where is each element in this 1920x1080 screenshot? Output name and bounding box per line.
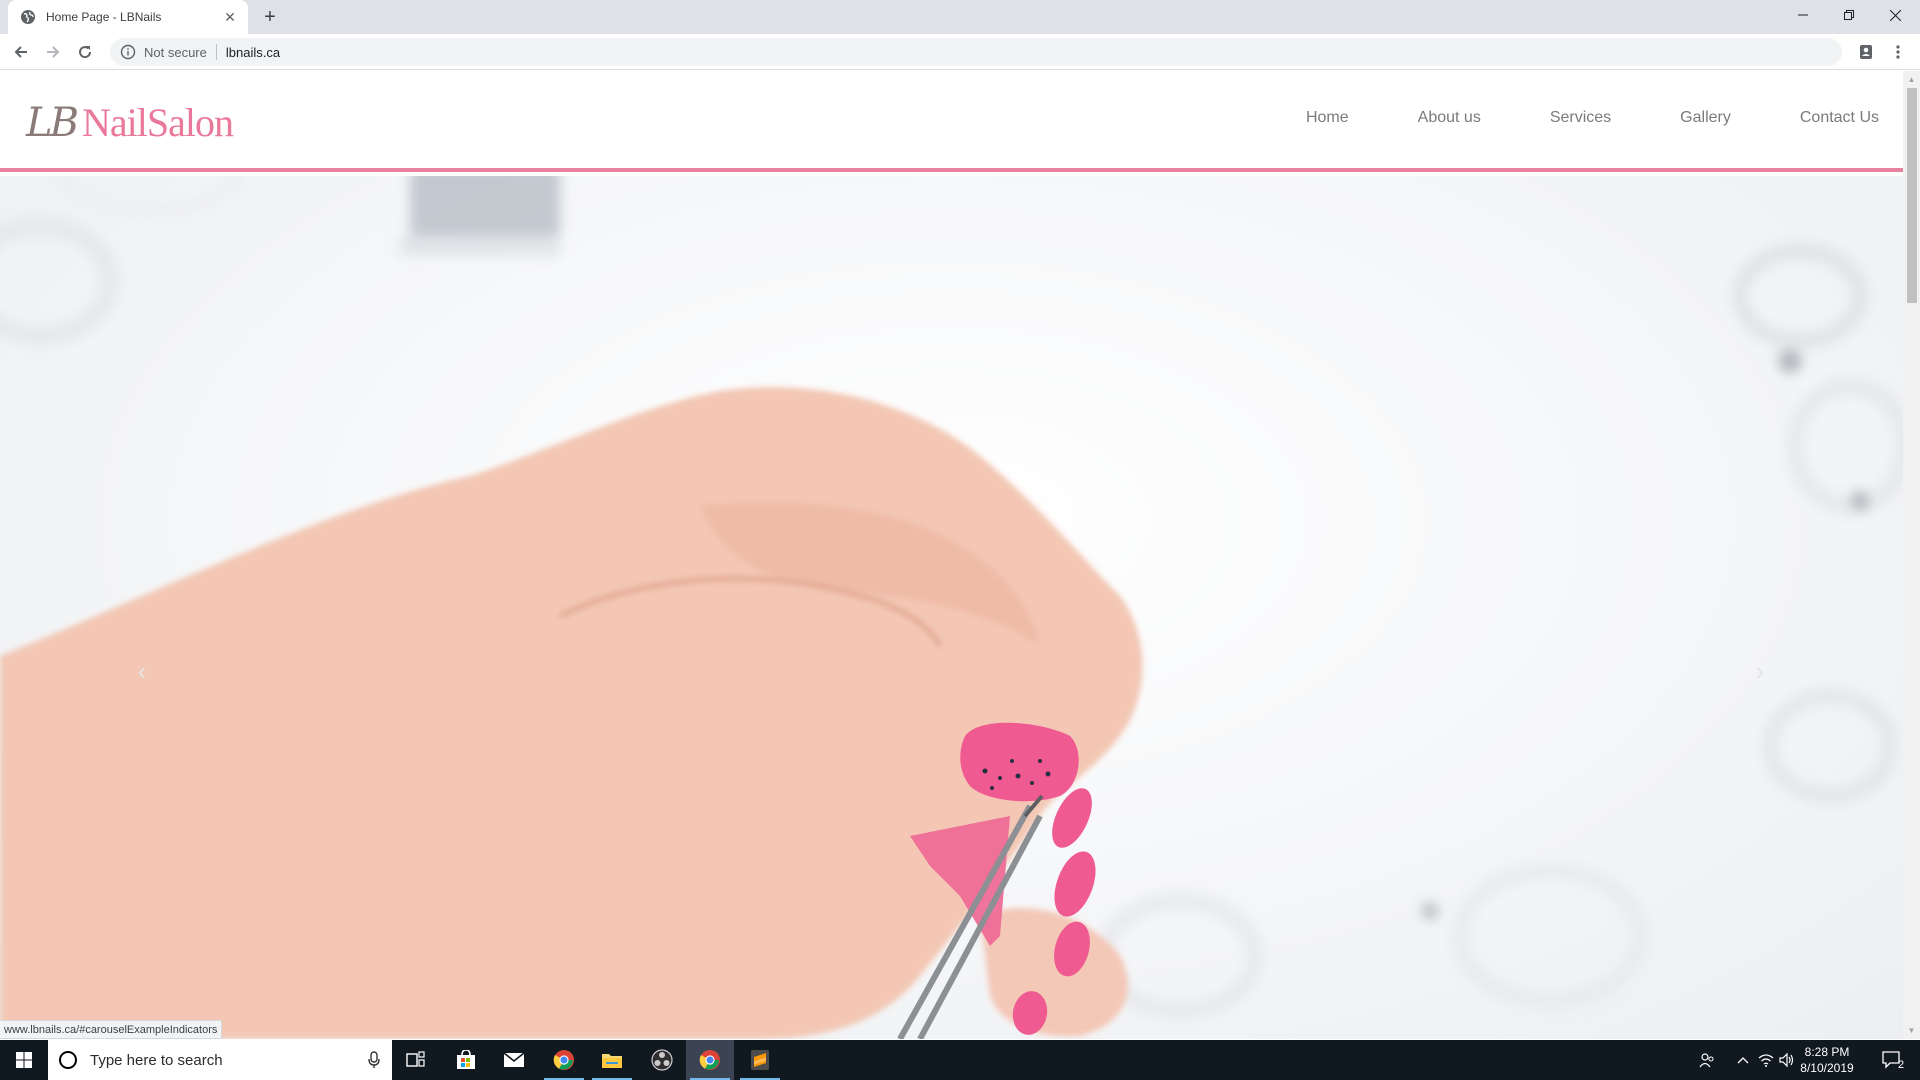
address-bar[interactable]: Not secure lbnails.ca	[110, 38, 1842, 66]
tab-title: Home Page - LBNails	[46, 10, 162, 24]
sublime-text-icon	[751, 1050, 769, 1070]
minimize-icon	[1798, 14, 1808, 16]
taskbar-search-placeholder: Type here to search	[90, 1051, 223, 1069]
web-page: LB NailSalon Home About us Services Gall…	[0, 71, 1903, 1039]
taskbar-obs[interactable]	[638, 1040, 686, 1080]
arrow-left-icon	[14, 46, 27, 58]
close-window-button[interactable]	[1872, 0, 1918, 30]
forward-button[interactable]	[39, 38, 67, 66]
minimize-button[interactable]	[1780, 0, 1826, 30]
site-logo[interactable]: LB NailSalon	[26, 99, 234, 149]
back-button[interactable]	[7, 38, 35, 66]
restore-button[interactable]	[1826, 0, 1872, 30]
hero-image	[0, 176, 1903, 1039]
taskbar-sublime-text[interactable]	[736, 1040, 784, 1080]
omnibox-divider	[215, 44, 217, 60]
windows-logo-icon	[16, 1052, 32, 1068]
browser-toolbar: Not secure lbnails.ca	[0, 34, 1920, 70]
clock-date: 8/10/2019	[1800, 1061, 1854, 1075]
people-button[interactable]	[1695, 1040, 1719, 1080]
carousel-next-button[interactable]: ›	[1740, 651, 1780, 691]
taskbar-clock[interactable]: 8:28 PM 8/10/2019	[1791, 1040, 1863, 1080]
link-status-bubble: www.lbnails.ca/#carouselExampleIndicator…	[0, 1020, 223, 1039]
cortana-circle-icon	[59, 1051, 77, 1069]
start-button[interactable]	[0, 1040, 48, 1080]
arrow-right-icon	[47, 46, 60, 58]
profile-badge-icon	[1860, 45, 1872, 59]
show-hidden-icons-button[interactable]	[1731, 1040, 1755, 1080]
chevron-left-icon: ‹	[137, 655, 147, 686]
obs-record-icon	[651, 1049, 673, 1071]
clock-time: 8:28 PM	[1804, 1045, 1850, 1059]
logo-wordmark: NailSalon	[81, 100, 234, 145]
profile-button[interactable]	[1852, 38, 1880, 66]
close-icon	[1889, 9, 1901, 21]
taskbar-mail[interactable]	[490, 1040, 538, 1080]
chevron-right-icon: ›	[1755, 655, 1765, 686]
folder-icon	[602, 1054, 622, 1068]
close-tab-icon[interactable]: ✕	[222, 9, 238, 25]
network-button[interactable]	[1755, 1040, 1777, 1080]
info-icon[interactable]	[120, 44, 136, 60]
scroll-up-arrow-icon[interactable]: ▲	[1903, 71, 1920, 88]
browser-menu-button[interactable]	[1884, 38, 1912, 66]
chrome-logo-icon	[699, 1050, 720, 1070]
site-header: LB NailSalon Home About us Services Gall…	[0, 71, 1903, 172]
nav-contact-us[interactable]: Contact Us	[1800, 109, 1879, 127]
taskbar-file-explorer[interactable]	[588, 1040, 636, 1080]
reload-button[interactable]	[71, 38, 99, 66]
reload-icon	[79, 46, 92, 59]
nav-gallery[interactable]: Gallery	[1680, 109, 1731, 127]
nav-services[interactable]: Services	[1550, 109, 1611, 127]
browser-tab[interactable]: Home Page - LBNails ✕	[8, 0, 248, 34]
chrome-logo-icon	[553, 1050, 574, 1070]
scrollbar-thumb[interactable]	[1907, 88, 1917, 303]
url-text[interactable]: lbnails.ca	[226, 45, 280, 60]
new-tab-button[interactable]: +	[258, 5, 282, 29]
store-bag-icon	[457, 1050, 475, 1069]
task-view-button[interactable]	[392, 1040, 440, 1080]
scroll-down-arrow-icon[interactable]: ▼	[1903, 1022, 1920, 1039]
notification-count-badge: 2	[1898, 1059, 1905, 1071]
nav-about-us[interactable]: About us	[1418, 109, 1481, 127]
carousel-prev-button[interactable]: ‹	[122, 651, 162, 691]
taskbar-chrome-2[interactable]	[686, 1040, 734, 1080]
page-scrollbar[interactable]: ▲ ▼	[1903, 71, 1920, 1039]
security-label: Not secure	[144, 44, 207, 60]
people-icon	[1699, 1053, 1714, 1068]
logo-monogram: LB	[26, 100, 79, 146]
browser-tab-strip: Home Page - LBNails ✕ +	[0, 0, 1920, 34]
taskbar-store[interactable]	[442, 1040, 490, 1080]
chevron-up-icon	[1737, 1057, 1749, 1064]
kebab-menu-icon	[1896, 45, 1900, 59]
microphone-icon[interactable]	[368, 1051, 380, 1069]
taskbar-chrome-1[interactable]	[540, 1040, 588, 1080]
mail-envelope-icon	[503, 1052, 525, 1067]
nav-home[interactable]: Home	[1306, 109, 1349, 127]
main-nav: Home About us Services Gallery Contact U…	[1237, 109, 1879, 127]
globe-icon	[21, 10, 35, 24]
action-center-button[interactable]: 2	[1872, 1040, 1912, 1080]
windows-taskbar: Type here to search 8:28 PM 8/10/2019 2	[0, 1040, 1920, 1080]
wifi-icon	[1758, 1054, 1774, 1067]
hero-carousel: ‹ ›	[0, 176, 1903, 1039]
task-view-icon	[406, 1051, 425, 1067]
taskbar-search-box[interactable]: Type here to search	[48, 1040, 392, 1080]
restore-icon	[1844, 10, 1854, 20]
